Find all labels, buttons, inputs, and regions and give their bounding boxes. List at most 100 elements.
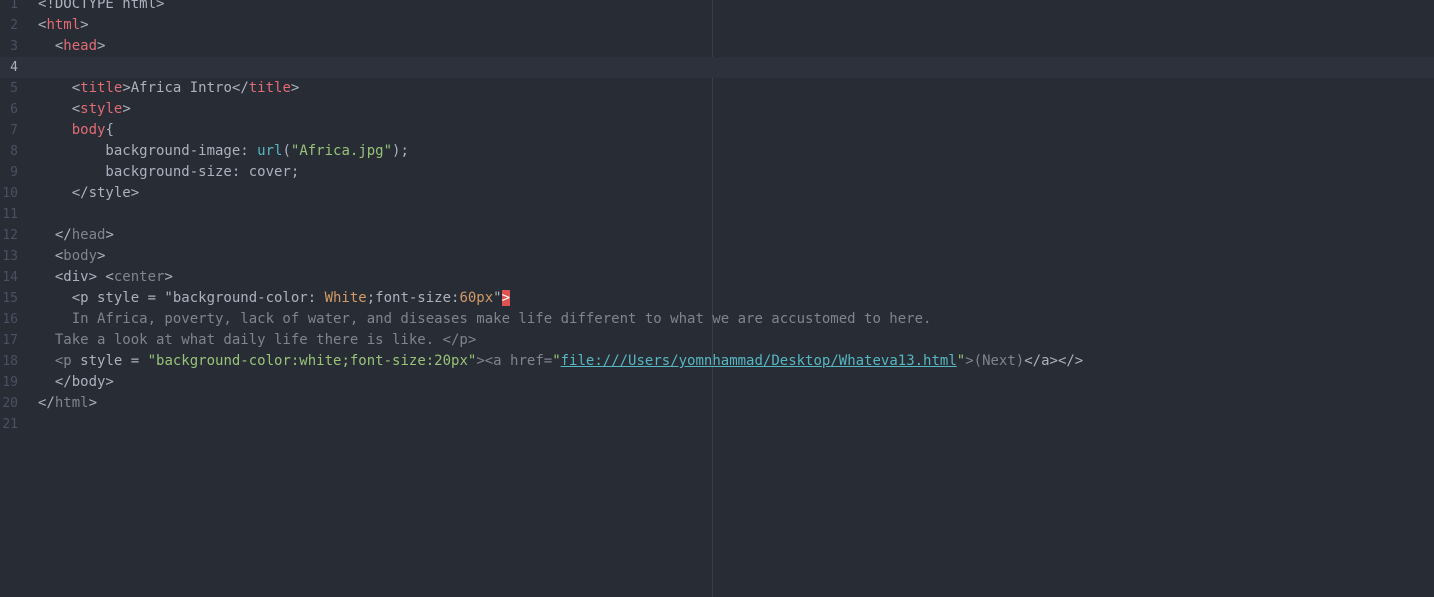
code-token: </body> — [38, 374, 114, 390]
code-line[interactable]: 7 body{ — [0, 120, 1434, 141]
code-text[interactable]: <p style = "background-color: White;font… — [38, 288, 1434, 309]
code-line[interactable]: 5 <title>Africa Intro</title> — [0, 78, 1434, 99]
code-text[interactable]: </style> — [38, 183, 1434, 204]
code-token: > — [105, 227, 114, 243]
line-number: 6 — [10, 102, 18, 117]
code-text[interactable]: background-size: cover; — [38, 162, 1434, 183]
line-number: 10 — [2, 186, 18, 201]
code-token: </ — [38, 227, 72, 243]
code-token: Take a look at what daily life there is … — [38, 332, 477, 348]
code-token: In Africa, poverty, lack of water, and d… — [38, 311, 932, 327]
code-token: "background-color:white;font-size:20px" — [147, 353, 477, 369]
code-token: < — [38, 80, 81, 96]
code-line[interactable]: 10 </style> — [0, 183, 1434, 204]
code-line[interactable]: 16 In Africa, poverty, lack of water, an… — [0, 309, 1434, 330]
code-token: > — [80, 17, 89, 33]
code-text[interactable]: In Africa, poverty, lack of water, and d… — [38, 309, 1434, 330]
code-token: { — [105, 122, 114, 138]
syntax-error-marker: > — [501, 290, 511, 306]
code-line[interactable]: 12 </head> — [0, 225, 1434, 246]
code-line[interactable]: 1 <!DOCTYPE html> — [0, 0, 1434, 15]
line-number: 11 — [2, 207, 18, 222]
code-token: <p — [38, 353, 81, 369]
line-number: 2 — [10, 18, 18, 33]
code-token: style — [80, 101, 123, 117]
code-line[interactable]: 17 Take a look at what daily life there … — [0, 330, 1434, 351]
code-text[interactable]: <!DOCTYPE html> — [38, 0, 1434, 15]
line-number: 13 — [2, 249, 18, 264]
editor-lines[interactable]: 1 <!DOCTYPE html> 2 <html> 3 <head> 4 5 <title… — [0, 0, 1434, 435]
code-token: title — [248, 80, 291, 96]
code-token: background-size: cover; — [38, 164, 300, 180]
code-token: </ — [38, 395, 55, 411]
code-text[interactable]: background-image: url("Africa.jpg"); — [38, 141, 1434, 162]
code-text[interactable]: <body> — [38, 246, 1434, 267]
line-number: 9 — [10, 165, 18, 180]
code-token: > — [290, 80, 300, 96]
code-link[interactable]: file:///Users/yomnhammad/Desktop/Whateva… — [561, 353, 957, 369]
line-number: 21 — [2, 417, 18, 432]
code-token: <div> < — [38, 269, 114, 285]
code-token: White — [324, 290, 367, 306]
code-editor[interactable]: 1 <!DOCTYPE html> 2 <html> 3 <head> 4 5 <title… — [0, 0, 1434, 597]
code-line[interactable]: 14 <div> <center> — [0, 267, 1434, 288]
code-text[interactable]: body{ — [38, 120, 1434, 141]
line-number: 1 — [10, 0, 18, 12]
code-line[interactable]: 9 background-size: cover; — [0, 162, 1434, 183]
code-token: " — [552, 353, 561, 369]
code-token: title — [80, 80, 123, 96]
code-token: </a></> — [1024, 353, 1084, 369]
code-token: ;font-size: — [366, 290, 460, 306]
code-line[interactable]: 8 background-image: url("Africa.jpg"); — [0, 141, 1434, 162]
code-text[interactable]: <div> <center> — [38, 267, 1434, 288]
code-token: ><a href= — [476, 353, 553, 369]
code-line[interactable]: 4 — [0, 57, 1434, 78]
code-text[interactable]: </body> — [38, 372, 1434, 393]
code-line[interactable]: 21 — [0, 414, 1434, 435]
code-line[interactable]: 3 <head> — [0, 36, 1434, 57]
code-token: > — [97, 248, 106, 264]
code-line[interactable]: 19 </body> — [0, 372, 1434, 393]
line-number: 8 — [10, 144, 18, 159]
code-text[interactable]: <title>Africa Intro</title> — [38, 78, 1434, 99]
code-token: > — [164, 269, 173, 285]
code-text[interactable]: <style> — [38, 99, 1434, 120]
code-token: body — [71, 122, 106, 138]
code-line[interactable]: 11 — [0, 204, 1434, 225]
code-text[interactable]: <html> — [38, 15, 1434, 36]
code-line[interactable]: 2 <html> — [0, 15, 1434, 36]
code-text[interactable]: </html> — [38, 393, 1434, 414]
code-token: body — [63, 248, 98, 264]
line-number: 7 — [10, 123, 18, 138]
code-token: > — [122, 101, 131, 117]
code-line[interactable]: 20 </html> — [0, 393, 1434, 414]
code-line[interactable]: 6 <style> — [0, 99, 1434, 120]
code-token: ( — [282, 143, 291, 159]
code-token: >(Next) — [965, 353, 1025, 369]
code-line[interactable]: 13 <body> — [0, 246, 1434, 267]
code-text[interactable]: <p style = "background-color:white;font-… — [38, 351, 1434, 372]
line-number: 19 — [2, 375, 18, 390]
code-token: >Africa Intro</ — [122, 80, 249, 96]
code-token: head — [71, 227, 106, 243]
code-token: < — [38, 248, 64, 264]
code-token: > — [97, 38, 106, 54]
code-token: background-image: — [38, 143, 258, 159]
line-number: 4 — [10, 60, 18, 75]
line-number: 12 — [2, 228, 18, 243]
code-token: <!DOCTYPE html> — [38, 0, 165, 12]
code-text[interactable]: Take a look at what daily life there is … — [38, 330, 1434, 351]
code-text[interactable]: <head> — [38, 36, 1434, 57]
code-token: ); — [392, 143, 409, 159]
line-number: 14 — [2, 270, 18, 285]
code-line[interactable]: 18 <p style = "background-color:white;fo… — [0, 351, 1434, 372]
code-line[interactable]: 15 <p style = "background-color: White;f… — [0, 288, 1434, 309]
line-number: 16 — [2, 312, 18, 327]
line-number: 3 — [10, 39, 18, 54]
code-token: "Africa.jpg" — [290, 143, 393, 159]
code-token: <p style = "background-color: — [38, 290, 325, 306]
code-token: </style> — [38, 185, 140, 201]
line-number: 18 — [2, 354, 18, 369]
code-text[interactable]: </head> — [38, 225, 1434, 246]
